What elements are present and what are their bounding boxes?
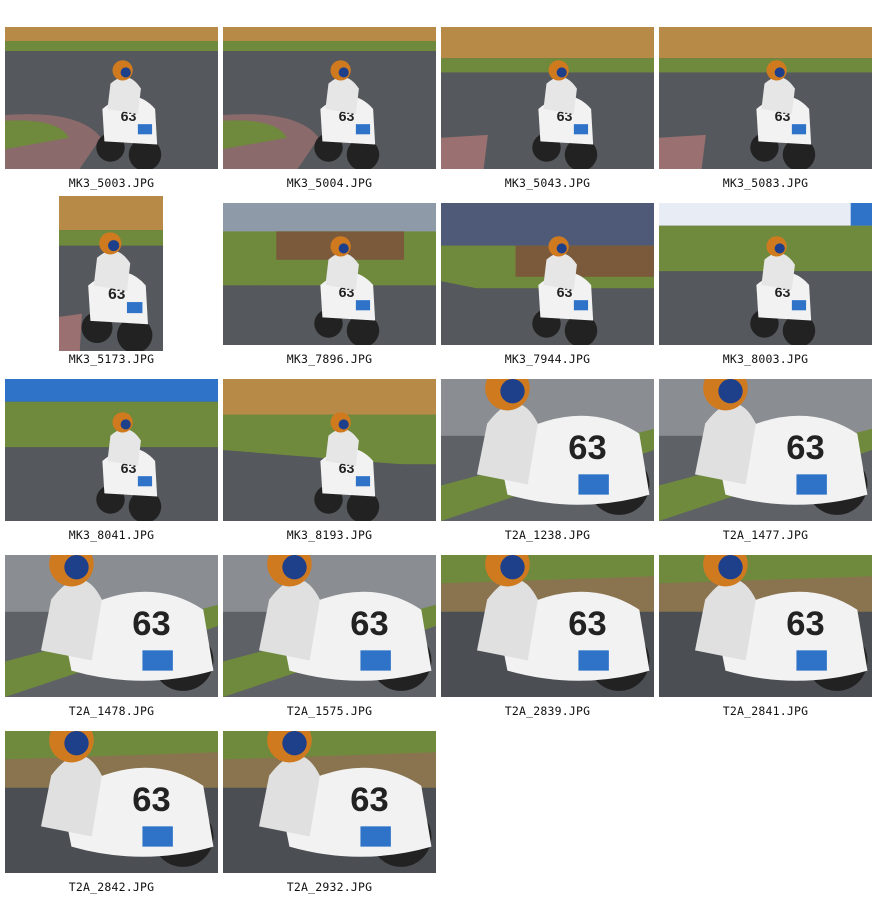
thumbnail-filename[interactable]: T2A_2842.JPG xyxy=(5,880,218,894)
thumbnail-filename[interactable]: MK3_5083.JPG xyxy=(659,176,872,190)
thumbnail-image[interactable]: 63 xyxy=(441,379,654,521)
thumbnail-filename[interactable]: T2A_1478.JPG xyxy=(5,704,218,718)
photo-preview: 63 xyxy=(659,379,872,521)
thumbnail-filename[interactable]: MK3_8041.JPG xyxy=(5,528,218,542)
thumbnail-image[interactable]: 63 xyxy=(441,555,654,697)
svg-text:63: 63 xyxy=(568,429,606,467)
photo-preview: 63 xyxy=(59,196,163,351)
thumbnail-image[interactable]: 63 xyxy=(5,731,218,873)
photo-preview: 63 xyxy=(5,555,218,697)
thumbnail-image[interactable]: 63 xyxy=(659,203,872,345)
thumbnail-filename[interactable]: T2A_2839.JPG xyxy=(441,704,654,718)
thumbnail-item[interactable]: 63 T2A_2932.JPG xyxy=(223,731,436,907)
thumbnail-item[interactable]: 63 MK3_8003.JPG xyxy=(659,203,872,379)
thumbnail-item[interactable]: 63 MK3_8193.JPG xyxy=(223,379,436,555)
thumbnail-item[interactable]: 63 MK3_8041.JPG xyxy=(5,379,218,555)
thumbnail-filename[interactable]: T2A_1238.JPG xyxy=(441,528,654,542)
thumbnail-image[interactable]: 63 xyxy=(659,555,872,697)
photo-preview: 63 xyxy=(5,379,218,521)
photo-preview: 63 xyxy=(441,379,654,521)
thumbnail-item[interactable]: 63 MK3_7896.JPG xyxy=(223,203,436,379)
svg-text:63: 63 xyxy=(132,781,170,819)
thumbnail-image[interactable]: 63 xyxy=(659,27,872,169)
thumbnail-image[interactable]: 63 xyxy=(223,731,436,873)
thumbnail-item[interactable]: 63 MK3_7944.JPG xyxy=(441,203,654,379)
thumbnail-filename[interactable]: T2A_1575.JPG xyxy=(223,704,436,718)
thumbnail-image[interactable]: 63 xyxy=(5,379,218,521)
photo-preview: 63 xyxy=(223,731,436,873)
photo-preview: 63 xyxy=(441,203,654,345)
thumbnail-item[interactable]: 63 T2A_1477.JPG xyxy=(659,379,872,555)
thumbnail-filename[interactable]: T2A_2932.JPG xyxy=(223,880,436,894)
thumbnail-item[interactable]: 63 MK3_5043.JPG xyxy=(441,27,654,203)
thumbnail-filename[interactable]: T2A_2841.JPG xyxy=(659,704,872,718)
thumbnail-image[interactable]: 63 xyxy=(659,379,872,521)
thumbnail-item[interactable]: 63 T2A_2842.JPG xyxy=(5,731,218,907)
photo-preview: 63 xyxy=(441,27,654,169)
thumbnail-filename[interactable]: T2A_1477.JPG xyxy=(659,528,872,542)
thumbnail-image[interactable]: 63 xyxy=(59,196,163,351)
thumbnail-filename[interactable]: MK3_7896.JPG xyxy=(223,352,436,366)
svg-text:63: 63 xyxy=(786,605,824,643)
thumbnail-item[interactable]: 63 MK3_5083.JPG xyxy=(659,27,872,203)
photo-preview: 63 xyxy=(441,555,654,697)
photo-preview: 63 xyxy=(659,27,872,169)
thumbnail-filename[interactable]: MK3_5043.JPG xyxy=(441,176,654,190)
photo-preview: 63 xyxy=(659,555,872,697)
svg-text:63: 63 xyxy=(568,605,606,643)
svg-text:63: 63 xyxy=(350,605,388,643)
thumbnail-image[interactable]: 63 xyxy=(441,27,654,169)
thumbnail-item[interactable]: 63 T2A_1575.JPG xyxy=(223,555,436,731)
photo-preview: 63 xyxy=(223,379,436,521)
photo-preview: 63 xyxy=(659,203,872,345)
svg-text:63: 63 xyxy=(132,605,170,643)
thumbnail-item[interactable]: 63 T2A_2839.JPG xyxy=(441,555,654,731)
thumbnail-filename[interactable]: MK3_5173.JPG xyxy=(5,352,218,366)
thumbnail-filename[interactable]: MK3_8193.JPG xyxy=(223,528,436,542)
thumbnail-item[interactable]: 63 T2A_1238.JPG xyxy=(441,379,654,555)
thumbnail-item[interactable]: 63 T2A_2841.JPG xyxy=(659,555,872,731)
thumbnail-image[interactable]: 63 xyxy=(5,555,218,697)
thumbnail-image[interactable]: 63 xyxy=(223,203,436,345)
thumbnail-filename[interactable]: MK3_8003.JPG xyxy=(659,352,872,366)
thumbnail-item[interactable]: 63 MK3_5004.JPG xyxy=(223,27,436,203)
photo-preview: 63 xyxy=(5,731,218,873)
thumbnail-image[interactable]: 63 xyxy=(223,379,436,521)
thumbnail-item[interactable]: 63 MK3_5173.JPG xyxy=(5,196,218,379)
thumbnail-filename[interactable]: MK3_5004.JPG xyxy=(223,176,436,190)
photo-preview: 63 xyxy=(5,27,218,169)
thumbnail-image[interactable]: 63 xyxy=(5,27,218,169)
photo-preview: 63 xyxy=(223,203,436,345)
photo-preview: 63 xyxy=(223,27,436,169)
thumbnail-image[interactable]: 63 xyxy=(223,555,436,697)
svg-text:63: 63 xyxy=(350,781,388,819)
thumbnail-image[interactable]: 63 xyxy=(441,203,654,345)
thumbnail-item[interactable]: 63 T2A_1478.JPG xyxy=(5,555,218,731)
thumbnail-item[interactable]: 63 MK3_5003.JPG xyxy=(5,27,218,203)
thumbnail-filename[interactable]: MK3_7944.JPG xyxy=(441,352,654,366)
thumbnail-filename[interactable]: MK3_5003.JPG xyxy=(5,176,218,190)
svg-text:63: 63 xyxy=(786,429,824,467)
thumbnail-image[interactable]: 63 xyxy=(223,27,436,169)
photo-preview: 63 xyxy=(223,555,436,697)
